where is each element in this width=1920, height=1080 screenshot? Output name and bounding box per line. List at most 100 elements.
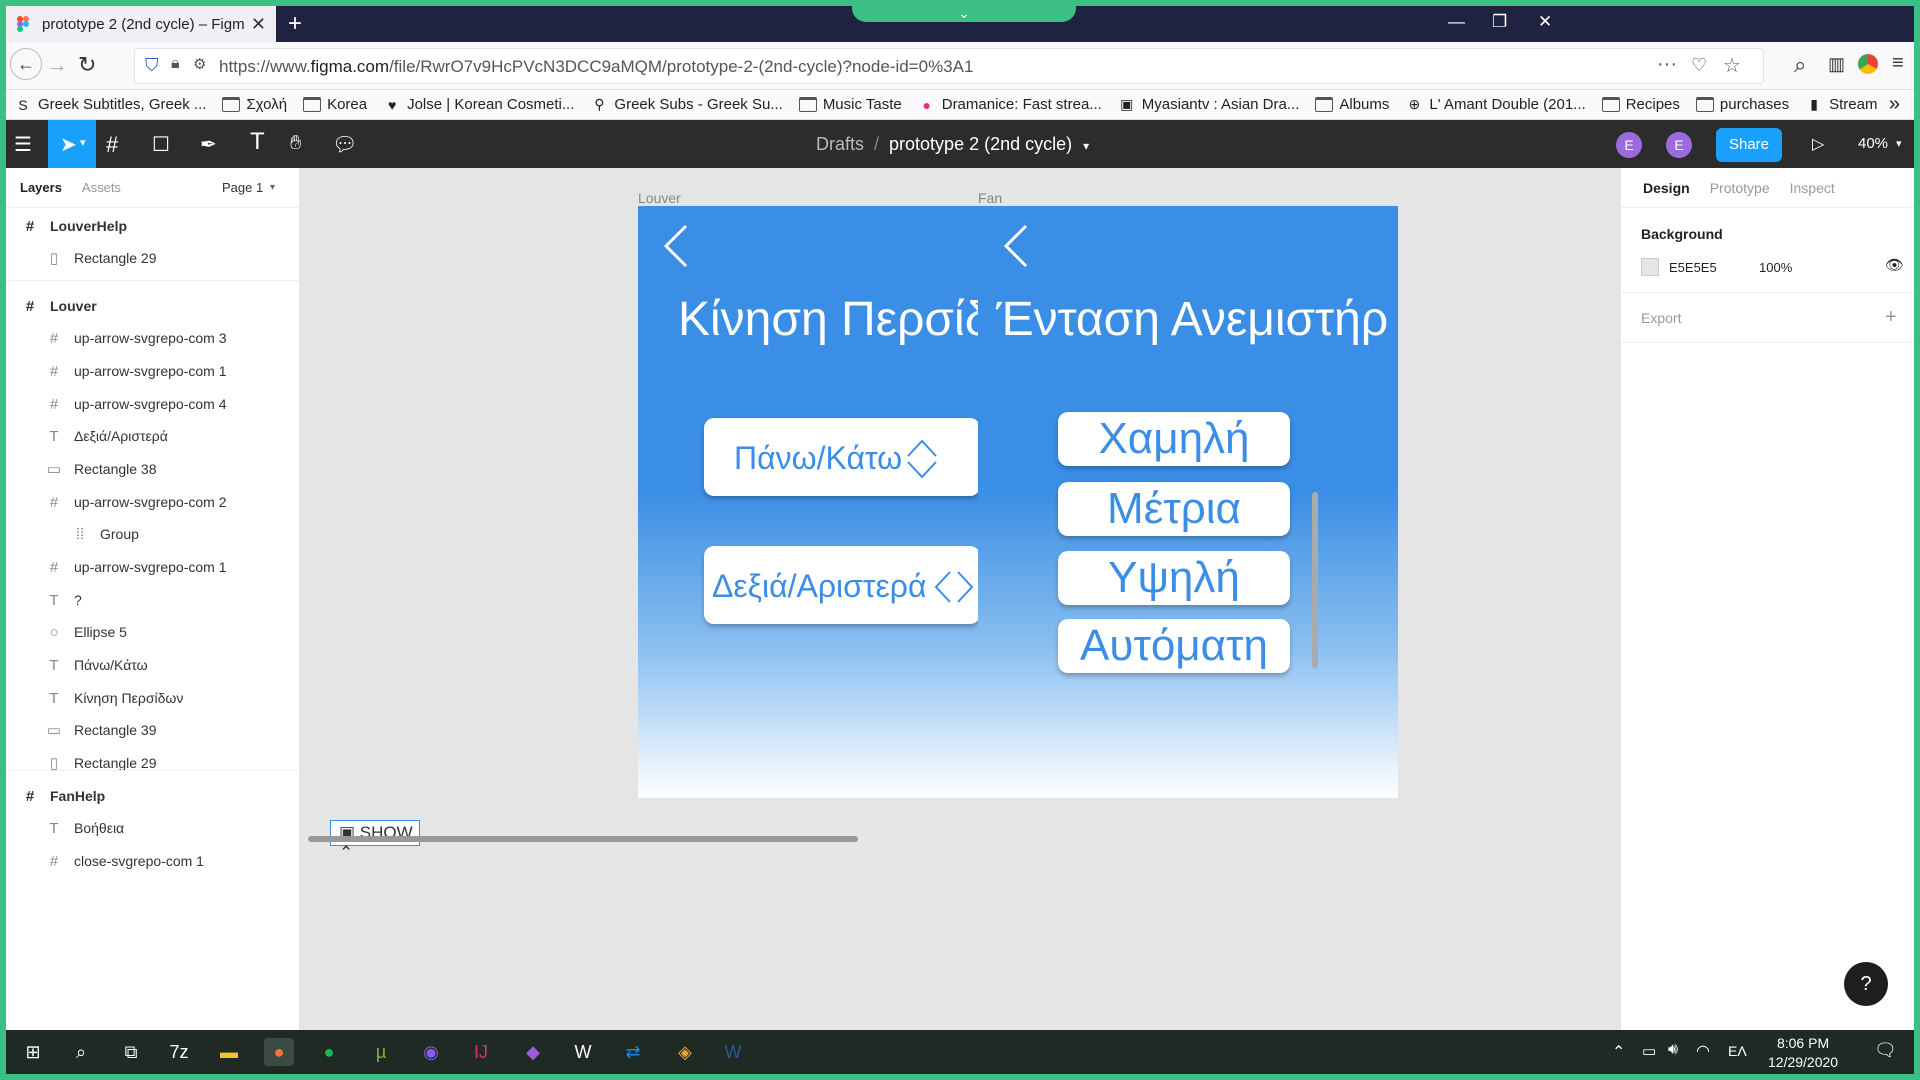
- back-icon[interactable]: ←: [10, 48, 42, 80]
- intellij-icon[interactable]: IJ: [466, 1038, 496, 1066]
- vertical-scrollbar[interactable]: [1312, 492, 1318, 668]
- tab-design[interactable]: Design: [1643, 180, 1690, 196]
- layer-item[interactable]: # close-svgrepo-com 1: [44, 841, 204, 881]
- forward-icon[interactable]: →: [46, 52, 68, 78]
- taskview-icon[interactable]: ⧉: [116, 1038, 146, 1066]
- utorrent-icon[interactable]: µ: [366, 1038, 396, 1066]
- avatar[interactable]: E: [1616, 132, 1642, 158]
- search-icon[interactable]: ⌕: [66, 1038, 96, 1066]
- main-menu-icon[interactable]: ☰: [14, 132, 32, 157]
- chevron-down-icon[interactable]: ⌄: [852, 6, 1076, 22]
- updown-button[interactable]: Πάνω/Κάτω: [704, 418, 980, 496]
- reload-icon[interactable]: ↻: [78, 52, 96, 78]
- back-arrow-icon[interactable]: [1004, 224, 1028, 268]
- tab-prototype[interactable]: Prototype: [1710, 180, 1770, 196]
- chevron-down-icon[interactable]: ▾: [270, 182, 275, 193]
- tab-layers[interactable]: Layers: [20, 180, 62, 195]
- bookmark-item[interactable]: ▮ Stream: [1805, 96, 1877, 113]
- wifi-icon[interactable]: ◠: [1696, 1041, 1710, 1061]
- fan-option-button[interactable]: Υψηλή: [1058, 551, 1290, 605]
- avatar[interactable]: E: [1666, 132, 1692, 158]
- spotify-icon[interactable]: ●: [314, 1038, 344, 1066]
- git-icon[interactable]: ◈: [670, 1038, 700, 1066]
- file-name[interactable]: prototype 2 (2nd cycle): [889, 134, 1072, 154]
- vpn-icon[interactable]: W: [568, 1038, 598, 1066]
- show-toggle[interactable]: ▣ SHOW ⌃: [330, 820, 420, 862]
- browser-tab[interactable]: prototype 2 (2nd cycle) – Figm ✕: [6, 6, 276, 42]
- chevron-down-icon[interactable]: ▾: [1896, 137, 1902, 150]
- bookmark-item[interactable]: ● Dramanice: Fast strea...: [918, 96, 1102, 113]
- close-tab-icon[interactable]: ✕: [251, 14, 266, 35]
- chrome-extension-icon[interactable]: [1858, 54, 1878, 74]
- teamviewer-icon[interactable]: ⇄: [618, 1038, 648, 1066]
- rectangle-tool-icon[interactable]: ☐: [152, 132, 170, 157]
- notifications-icon[interactable]: 🗨︎: [1874, 1040, 1897, 1061]
- tab-assets[interactable]: Assets: [82, 180, 121, 195]
- pen-tool-icon[interactable]: ✒: [200, 132, 217, 157]
- add-export-icon[interactable]: +: [1885, 306, 1897, 329]
- back-arrow-icon[interactable]: [664, 224, 688, 268]
- bookmark-item[interactable]: S Greek Subtitles, Greek ...: [14, 96, 206, 113]
- fan-option-button[interactable]: Μέτρια: [1058, 482, 1290, 536]
- file-explorer-icon[interactable]: ▬: [214, 1038, 244, 1066]
- bookmark-star-icon[interactable]: ☆: [1723, 53, 1741, 78]
- bookmark-item[interactable]: purchases: [1695, 96, 1789, 113]
- eye-icon[interactable]: 👁︎: [1885, 256, 1904, 274]
- fan-option-button[interactable]: Χαμηλή: [1058, 412, 1290, 466]
- frame-tool-icon[interactable]: #: [106, 132, 118, 158]
- word-icon[interactable]: W: [718, 1038, 748, 1066]
- color-swatch[interactable]: [1641, 258, 1659, 276]
- text-tool-icon[interactable]: T: [250, 128, 265, 156]
- share-button[interactable]: Share: [1716, 128, 1782, 162]
- lock-icon[interactable]: 🔒︎: [171, 55, 180, 73]
- bookmark-item[interactable]: ⚲ Greek Subs - Greek Su...: [590, 96, 783, 113]
- battery-icon[interactable]: ▭: [1642, 1042, 1656, 1060]
- url-bar[interactable]: ⛉ 🔒︎ ⚙ https://www.figma.com/file/RwrO7v…: [134, 48, 1764, 84]
- fan-frame[interactable]: Ένταση Ανεμιστήρ Χαμηλή Μέτρια Υψηλή Αυτόμα…: [978, 206, 1398, 798]
- layer-item[interactable]: ▯ Rectangle 29: [44, 238, 157, 278]
- bookmark-item[interactable]: Music Taste: [798, 96, 902, 113]
- present-icon[interactable]: ▷: [1812, 134, 1824, 154]
- page-selector[interactable]: Page 1: [222, 180, 263, 195]
- more-actions-icon[interactable]: ···: [1657, 53, 1677, 76]
- bg-color-hex[interactable]: E5E5E5: [1669, 260, 1717, 275]
- permissions-icon[interactable]: ⚙: [193, 55, 206, 73]
- minimize-icon[interactable]: —: [1448, 12, 1465, 32]
- visual-studio-icon[interactable]: ◆: [518, 1038, 548, 1066]
- horizontal-scrollbar[interactable]: [308, 836, 858, 842]
- language-indicator[interactable]: ΕΛ: [1728, 1043, 1747, 1059]
- chevron-down-icon[interactable]: ▾: [1083, 139, 1089, 153]
- menu-icon[interactable]: ≡: [1892, 52, 1904, 75]
- comment-tool-icon[interactable]: 💬︎: [332, 132, 357, 157]
- more-bookmarks-icon[interactable]: »: [1889, 93, 1900, 116]
- frame-label-louver[interactable]: Louver: [638, 190, 681, 206]
- shield-icon[interactable]: ⛉: [145, 55, 159, 76]
- breadcrumb-drafts[interactable]: Drafts: [816, 134, 864, 154]
- bookmark-item[interactable]: Σχολή: [222, 96, 287, 113]
- bookmark-item[interactable]: Albums: [1315, 96, 1389, 113]
- hand-tool-icon[interactable]: ✋︎: [290, 132, 301, 155]
- frame-label-fan[interactable]: Fan: [978, 190, 1002, 206]
- fan-option-button[interactable]: Αυτόματη: [1058, 619, 1290, 673]
- clock[interactable]: 8:06 PM 12/29/2020: [1768, 1034, 1838, 1072]
- new-tab-icon[interactable]: +: [288, 10, 302, 38]
- canvas[interactable]: Louver ? Κίνηση Περσίδων Πάνω/Κάτω Δεξιά…: [300, 168, 1620, 1030]
- search-icon[interactable]: ⌕: [1794, 52, 1806, 78]
- restore-icon[interactable]: ❐: [1492, 12, 1507, 32]
- bookmark-item[interactable]: ▣ Myasiantv : Asian Dra...: [1118, 96, 1299, 113]
- tab-inspect[interactable]: Inspect: [1790, 180, 1835, 196]
- help-button[interactable]: ?: [1844, 962, 1888, 1006]
- bg-opacity[interactable]: 100%: [1759, 260, 1792, 275]
- start-icon[interactable]: ⊞: [18, 1038, 48, 1066]
- firefox-icon[interactable]: ●: [264, 1038, 294, 1066]
- volume-icon[interactable]: 🔊︎: [1668, 1041, 1678, 1059]
- bookmark-item[interactable]: Korea: [303, 96, 367, 113]
- close-window-icon[interactable]: ✕: [1538, 12, 1552, 32]
- audacity-icon[interactable]: ◉: [416, 1038, 446, 1066]
- leftright-button[interactable]: Δεξιά/Αριστερά: [704, 546, 980, 624]
- bookmark-item[interactable]: Recipes: [1601, 96, 1680, 113]
- bookmark-item[interactable]: ♥ Jolse | Korean Cosmeti...: [383, 96, 574, 113]
- chevron-up-icon[interactable]: ⌃: [1612, 1042, 1625, 1062]
- zoom-level[interactable]: 40%: [1858, 135, 1888, 152]
- bookmark-item[interactable]: ⊕ L' Amant Double (201...: [1405, 96, 1586, 113]
